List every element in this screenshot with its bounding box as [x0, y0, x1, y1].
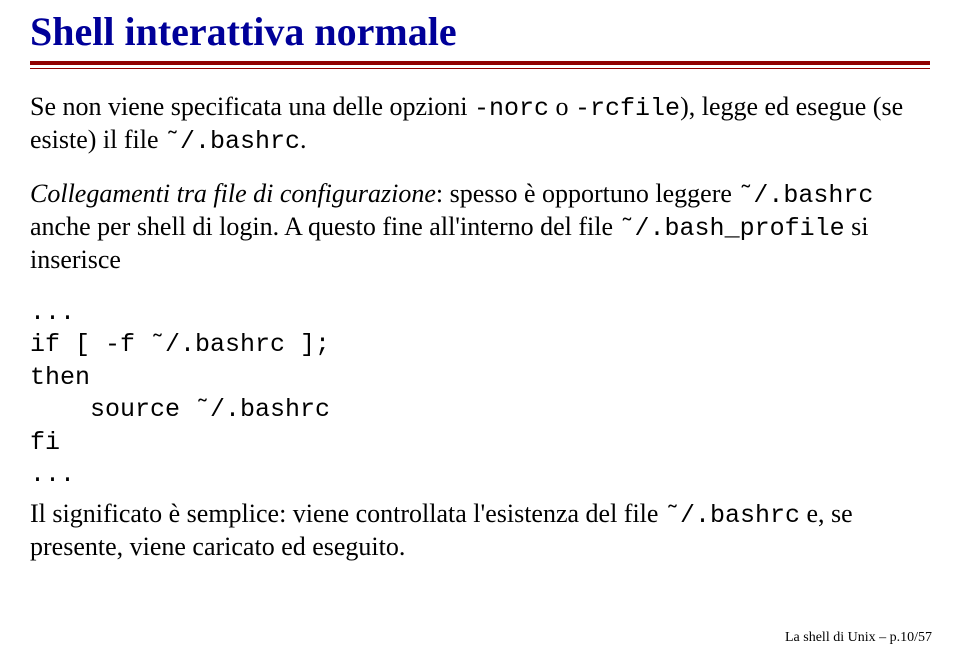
title-rule [30, 61, 930, 69]
code-inline: ˜/.bash_profile [620, 214, 845, 243]
text: o [549, 92, 575, 121]
footer-page-number: La shell di Unix – p.10/57 [785, 630, 932, 646]
text: : spesso è opportuno leggere [436, 179, 739, 208]
slide-page: Shell interattiva normale Se non viene s… [0, 0, 960, 660]
page-title: Shell interattiva normale [30, 8, 930, 55]
code-inline: -rcfile [575, 94, 680, 123]
code-block: ... if [ -f ˜/.bashrc ]; then source ˜/.… [30, 297, 930, 492]
code-inline: ˜/.bashrc [738, 181, 873, 210]
code-inline: ˜/.bashrc [165, 127, 300, 156]
text: Il significato è semplice: viene control… [30, 499, 665, 528]
code-inline: ˜/.bashrc [665, 501, 800, 530]
text: anche per shell di login. A questo fine … [30, 212, 620, 241]
body-text: Se non viene specificata una delle opzio… [30, 91, 930, 563]
text: Se non viene specificata una delle opzio… [30, 92, 474, 121]
paragraph-3: Il significato è semplice: viene control… [30, 498, 930, 564]
code-inline: -norc [474, 94, 549, 123]
paragraph-1: Se non viene specificata una delle opzio… [30, 91, 930, 158]
text-italic: Collegamenti tra file di configurazione [30, 179, 436, 208]
text: . [300, 125, 307, 154]
paragraph-2: Collegamenti tra file di configurazione:… [30, 178, 930, 277]
